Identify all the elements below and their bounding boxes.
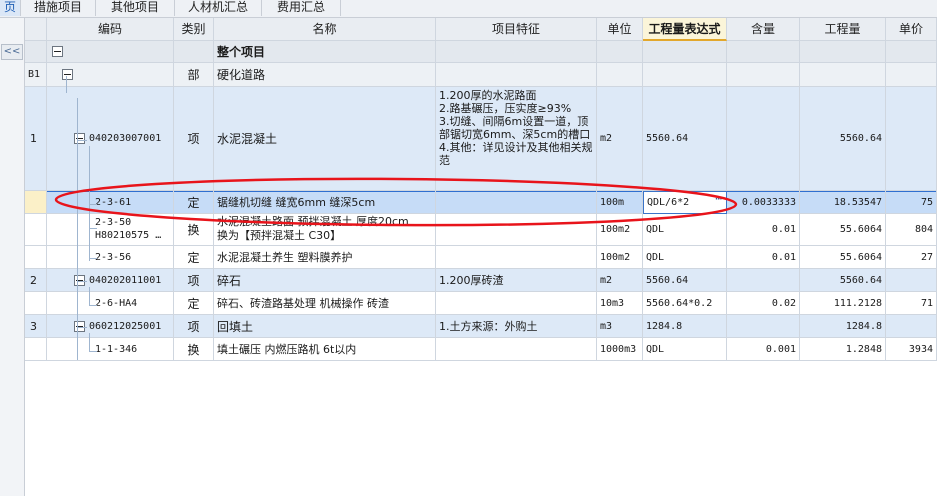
annotation-ellipse xyxy=(54,177,738,227)
